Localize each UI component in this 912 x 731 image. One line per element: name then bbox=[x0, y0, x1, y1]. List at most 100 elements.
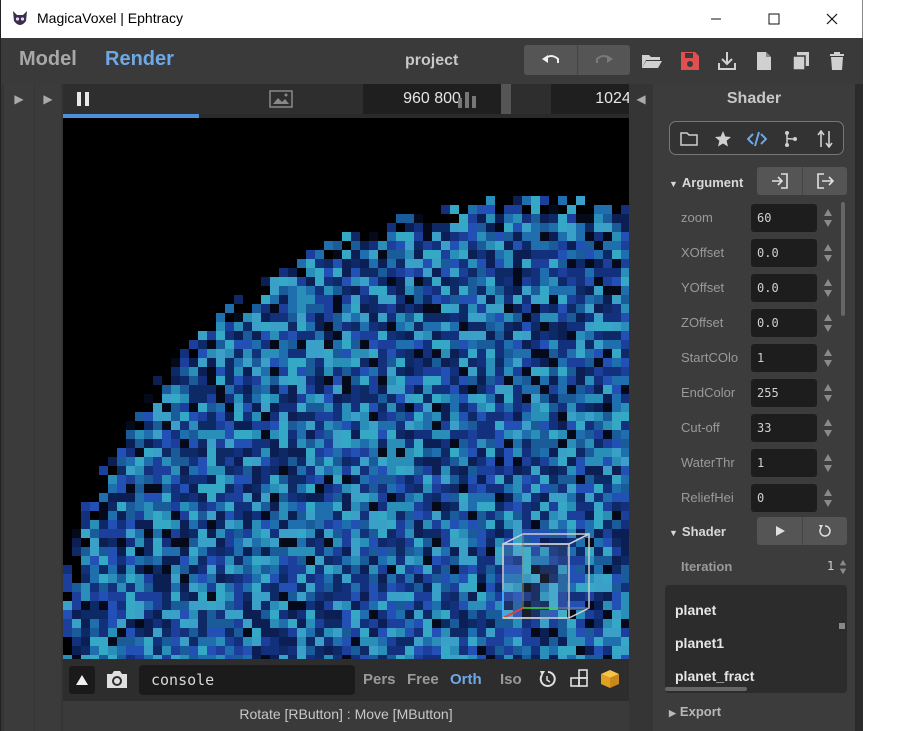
argument-label: Cut-off bbox=[681, 420, 720, 435]
save-button[interactable] bbox=[679, 50, 701, 72]
box-view-icon[interactable] bbox=[600, 669, 620, 689]
image-icon[interactable] bbox=[269, 90, 293, 108]
copy-file-icon bbox=[792, 52, 809, 71]
argument-value-field[interactable]: 33 bbox=[751, 414, 817, 442]
spinner-arrows-icon[interactable] bbox=[839, 559, 847, 575]
tab-model[interactable]: Model bbox=[19, 48, 77, 71]
argument-row-zoom: zoom 60 bbox=[681, 204, 841, 232]
shader-section-header[interactable]: ▼ Shader bbox=[669, 524, 726, 539]
shader-icon-tabs bbox=[669, 121, 844, 155]
maximize-button[interactable] bbox=[745, 0, 803, 38]
argument-label: YOffset bbox=[681, 280, 725, 295]
triangle-up-icon bbox=[76, 675, 88, 685]
console-input[interactable] bbox=[139, 665, 355, 695]
run-shader-button[interactable] bbox=[757, 517, 802, 545]
field-divider bbox=[501, 84, 511, 114]
argument-value-field[interactable]: 0.0 bbox=[751, 274, 817, 302]
export-arguments-button[interactable] bbox=[802, 167, 847, 195]
brush-panel-collapsed[interactable]: ▶ bbox=[35, 84, 61, 731]
tab-branch[interactable] bbox=[780, 128, 802, 150]
spinner-arrows-icon[interactable] bbox=[823, 488, 833, 508]
shader-file-item[interactable]: planet bbox=[675, 602, 716, 618]
render-size-field[interactable]: 960 800 bbox=[363, 84, 501, 114]
minimize-button[interactable] bbox=[687, 0, 745, 38]
argument-value-field[interactable]: 1 bbox=[751, 344, 817, 372]
copy-file-button[interactable] bbox=[790, 50, 812, 72]
tab-folder[interactable] bbox=[678, 128, 700, 150]
argument-row-waterthr: WaterThr 1 bbox=[681, 449, 841, 477]
open-folder-button[interactable] bbox=[641, 50, 663, 72]
tab-sort[interactable] bbox=[814, 128, 836, 150]
projection-orth[interactable]: Orth bbox=[450, 671, 482, 688]
render-viewport[interactable] bbox=[63, 118, 629, 659]
palette-panel-collapsed[interactable]: ▶ bbox=[4, 84, 34, 731]
argument-row-xoffset: XOffset 0.0 bbox=[681, 239, 841, 267]
argument-value-field[interactable]: 0.0 bbox=[751, 309, 817, 337]
redo-button[interactable] bbox=[577, 45, 630, 75]
delete-button[interactable] bbox=[826, 50, 848, 72]
export-button[interactable] bbox=[716, 50, 738, 72]
shader-file-item[interactable]: planet1 bbox=[675, 635, 724, 651]
grid-view-icon[interactable] bbox=[569, 669, 589, 689]
login-icon bbox=[771, 173, 788, 189]
iteration-value[interactable]: 1 bbox=[827, 559, 835, 573]
spinner-arrows-icon[interactable] bbox=[823, 208, 833, 228]
export-section-header[interactable]: ▶ Export bbox=[669, 704, 721, 719]
code-icon bbox=[747, 131, 767, 147]
pause-button[interactable] bbox=[77, 92, 91, 106]
undo-button[interactable] bbox=[524, 45, 577, 75]
spinner-arrows-icon[interactable] bbox=[823, 313, 833, 333]
projection-iso[interactable]: Iso bbox=[500, 671, 522, 688]
panel-collapse-strip[interactable]: ◀ bbox=[629, 84, 653, 731]
argument-label: EndColor bbox=[681, 385, 736, 400]
navigation-cube-icon[interactable] bbox=[497, 530, 593, 622]
reset-shader-button[interactable] bbox=[802, 517, 847, 545]
expand-arrow-icon[interactable]: ▶ bbox=[4, 92, 34, 106]
left-collapsed-panels: ▶ ▶ bbox=[1, 84, 63, 731]
shader-run-buttons bbox=[757, 517, 847, 545]
argument-value-field[interactable]: 0 bbox=[751, 484, 817, 512]
projection-pers[interactable]: Pers bbox=[363, 671, 396, 688]
render-header: 960 800 1024 bbox=[63, 84, 675, 114]
spinner-arrows-icon[interactable] bbox=[823, 243, 833, 263]
spinner-arrows-icon[interactable] bbox=[823, 453, 833, 473]
argument-label: ReliefHei bbox=[681, 490, 734, 505]
spinner-arrows-icon[interactable] bbox=[823, 348, 833, 368]
spinner-arrows-icon[interactable] bbox=[823, 383, 833, 403]
argument-section-header[interactable]: ▼ Argument bbox=[669, 175, 743, 190]
argument-value-field[interactable]: 0.0 bbox=[751, 239, 817, 267]
argument-row-yoffset: YOffset 0.0 bbox=[681, 274, 841, 302]
refresh-icon bbox=[819, 525, 831, 537]
app-window: MagicaVoxel | Ephtracy Model Render proj… bbox=[0, 0, 863, 731]
argument-value-field[interactable]: 60 bbox=[751, 204, 817, 232]
argument-value-field[interactable]: 1 bbox=[751, 449, 817, 477]
list-horizontal-scrollbar[interactable] bbox=[665, 687, 747, 691]
argument-scrollbar[interactable] bbox=[841, 202, 845, 316]
sample-chart-icon[interactable] bbox=[457, 90, 477, 108]
projection-free[interactable]: Free bbox=[407, 671, 439, 688]
import-arguments-button[interactable] bbox=[757, 167, 802, 195]
spinner-arrows-icon[interactable] bbox=[823, 418, 833, 438]
shader-file-item[interactable]: planet_fract bbox=[675, 668, 754, 684]
tab-code[interactable] bbox=[746, 128, 768, 150]
reset-view-icon[interactable] bbox=[538, 669, 558, 689]
redo-icon bbox=[596, 55, 613, 63]
collapse-arrow-icon[interactable]: ◀ bbox=[626, 92, 656, 106]
close-button[interactable] bbox=[803, 0, 861, 38]
tab-render[interactable]: Render bbox=[105, 48, 174, 71]
export-download-icon bbox=[718, 52, 736, 70]
list-scrollbar[interactable] bbox=[839, 623, 845, 629]
expand-arrow-icon[interactable]: ▶ bbox=[35, 92, 61, 106]
toggle-panel-button[interactable] bbox=[69, 666, 95, 694]
window-title: MagicaVoxel | Ephtracy bbox=[37, 10, 184, 26]
new-file-button[interactable] bbox=[753, 50, 775, 72]
main-toolbar: Model Render project bbox=[1, 38, 863, 84]
maximize-icon bbox=[768, 13, 780, 25]
window-right-edge bbox=[855, 84, 863, 731]
argument-value-field[interactable]: 255 bbox=[751, 379, 817, 407]
camera-icon[interactable] bbox=[105, 668, 129, 690]
minimize-icon bbox=[711, 18, 721, 20]
tab-favorite[interactable] bbox=[712, 128, 734, 150]
spinner-arrows-icon[interactable] bbox=[823, 278, 833, 298]
argument-label: StartCOlo bbox=[681, 350, 739, 365]
